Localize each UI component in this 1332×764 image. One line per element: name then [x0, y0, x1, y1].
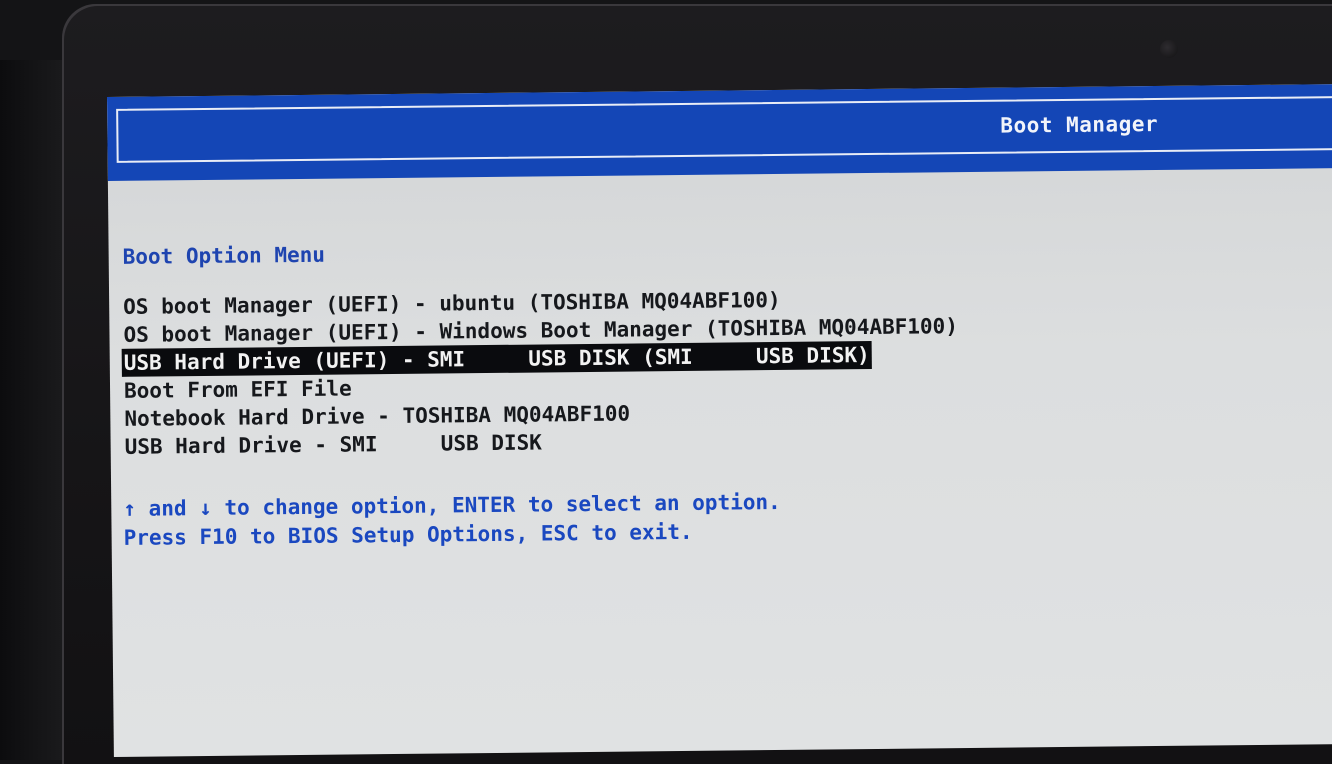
- boot-option-menu-title: Boot Option Menu: [122, 242, 326, 269]
- help-line-keys: Press F10 to BIOS Setup Options, ESC to …: [123, 519, 693, 550]
- boot-option-efi-file[interactable]: Boot From EFI File: [122, 376, 354, 402]
- laptop-bezel-edge: [0, 60, 62, 760]
- bios-screen: Boot Manager Boot Option Menu OS boot Ma…: [107, 84, 1332, 757]
- header-bar: Boot Manager: [107, 84, 1332, 181]
- page-title: Boot Manager: [1000, 111, 1159, 138]
- boot-option-notebook-hard-drive[interactable]: Notebook Hard Drive - TOSHIBA MQ04ABF100: [122, 402, 632, 431]
- help-text: ↑ and ↓ to change option, ENTER to selec…: [123, 488, 781, 553]
- boot-option-usb-legacy[interactable]: USB Hard Drive - SMI USB DISK: [123, 430, 544, 458]
- webcam-icon: [1160, 40, 1178, 58]
- boot-option-list: OS boot Manager (UEFI) - ubuntu (TOSHIBA…: [121, 284, 961, 461]
